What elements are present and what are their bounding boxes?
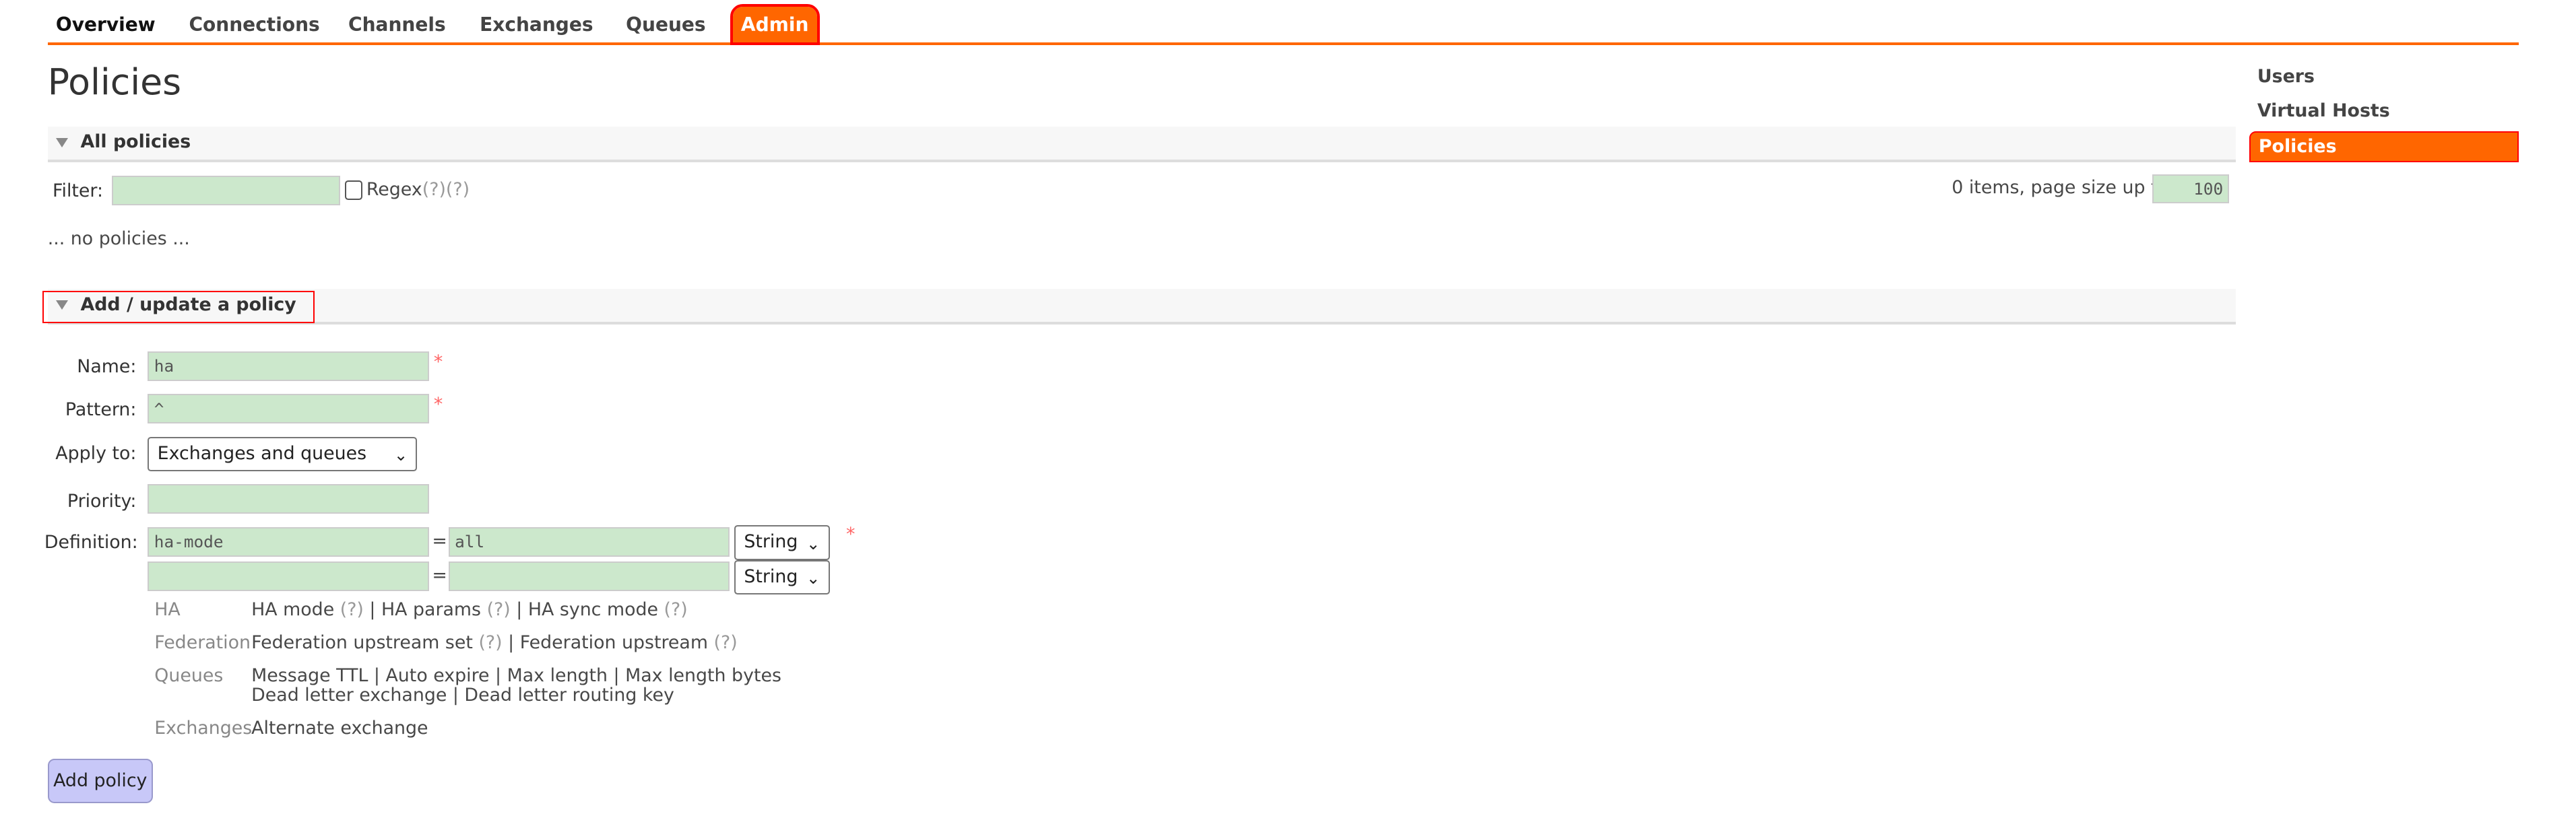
required-marker: * [433,351,443,372]
add-policy-header[interactable]: Add / update a policy [47,289,2236,325]
queue-help-links[interactable]: Dead letter exchange | Dead letter routi… [251,685,674,706]
type-value: String [744,531,798,553]
priority-input[interactable] [148,484,429,514]
sidebar-item-users[interactable]: Users [2249,66,2519,87]
help-link[interactable]: (?) [664,599,688,620]
federation-upstream-set-link[interactable]: Federation upstream set [251,632,473,653]
name-input[interactable] [148,351,429,381]
ha-params-link[interactable]: HA params [381,599,481,620]
section-title: All policies [80,131,191,153]
empty-message: ... no policies ... [47,228,190,249]
help-category: Queues [154,664,224,686]
equals-sign: = [432,530,447,551]
definition-value-input[interactable] [448,561,730,591]
tab-queues[interactable]: Queues [618,7,714,43]
tab-connections[interactable]: Connections [181,7,328,43]
type-value: String [744,566,798,587]
tab-overview[interactable]: Overview [48,7,164,43]
sidebar-item-virtual-hosts[interactable]: Virtual Hosts [2249,100,2519,121]
highlight-box [42,290,315,323]
items-count: 0 items, page size up to [1952,177,2169,199]
definition-key-input[interactable] [148,561,429,591]
help-category: Exchanges [154,717,253,739]
queue-help-links[interactable]: Message TTL | Auto expire | Max length |… [251,665,781,686]
help-links: Federation upstream set (?) | Federation… [251,632,738,653]
separator: | [516,599,523,621]
sidebar-item-policies[interactable]: Policies [2249,131,2519,163]
name-label: Name: [77,356,137,378]
help-link[interactable]: (?) [714,632,738,653]
page-size-input[interactable] [2152,174,2230,204]
definition-type-select[interactable]: String ⌄ [734,559,830,594]
definition-type-select[interactable]: String ⌄ [734,525,830,560]
tab-admin[interactable]: Admin [730,3,820,46]
filter-input[interactable] [111,175,340,205]
help-link[interactable]: (?) [487,599,511,620]
pattern-label: Pattern: [65,399,137,420]
definition-key-input[interactable] [148,526,429,557]
definition-value-input[interactable] [448,526,730,557]
ha-mode-link[interactable]: HA mode [251,599,334,620]
chevron-down-icon: ⌄ [393,445,408,465]
alternate-exchange-link[interactable]: Alternate exchange [251,718,428,739]
required-marker: * [433,394,443,415]
separator: | [369,599,376,621]
regex-help-link[interactable]: (?)(?) [422,179,470,200]
apply-to-value: Exchanges and queues [157,442,367,464]
chevron-down-icon: ⌄ [806,533,820,553]
chevron-down-icon: ⌄ [806,568,820,588]
filter-label: Filter: [53,180,103,202]
help-links: HA mode (?) | HA params (?) | HA sync mo… [251,599,688,620]
priority-label: Priority: [67,491,137,512]
regex-label: Regex [366,178,422,200]
separator: | [508,632,515,653]
tab-channels[interactable]: Channels [340,7,454,43]
pattern-input[interactable] [148,394,429,424]
main-nav: Overview Connections Channels Exchanges … [47,0,2519,46]
collapse-triangle-icon [55,137,68,147]
add-policy-button[interactable]: Add policy [47,758,153,803]
help-category: HA [154,599,181,621]
federation-upstream-link[interactable]: Federation upstream [520,632,708,653]
required-marker: * [845,523,856,545]
page-title: Policies [47,61,182,104]
apply-to-select[interactable]: Exchanges and queues ⌄ [148,436,418,471]
tab-exchanges[interactable]: Exchanges [472,7,602,43]
all-policies-header[interactable]: All policies [47,126,2236,162]
definition-label: Definition: [44,532,138,553]
help-link[interactable]: (?) [340,599,364,620]
equals-sign: = [432,564,447,586]
apply-to-label: Apply to: [55,443,137,465]
ha-sync-mode-link[interactable]: HA sync mode [528,599,658,620]
help-category: Federation [154,632,251,653]
regex-checkbox[interactable] [345,180,363,200]
help-link[interactable]: (?) [478,632,502,653]
